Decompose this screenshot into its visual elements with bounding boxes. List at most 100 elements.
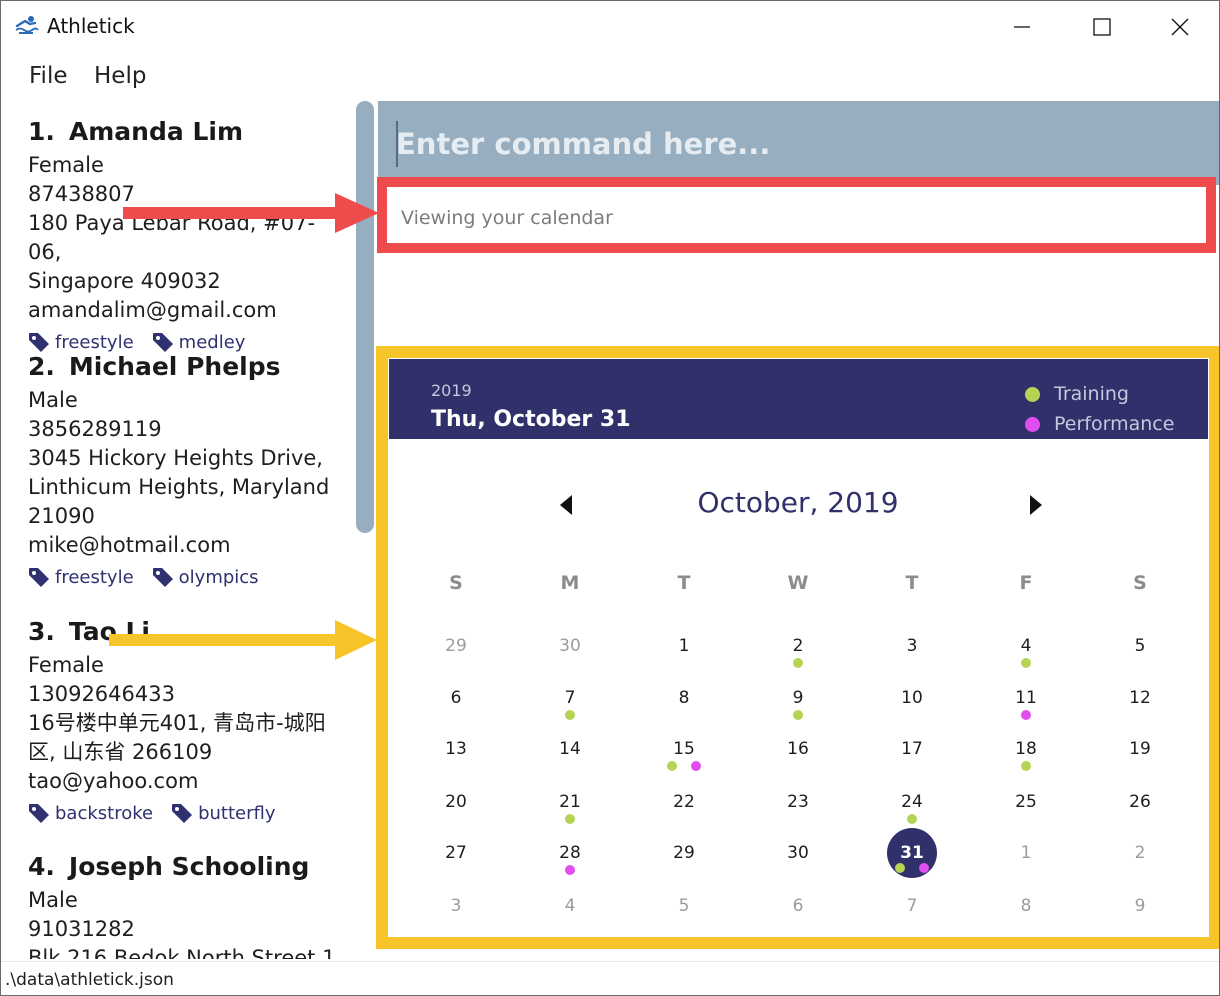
calendar-day-number: 4	[564, 896, 576, 916]
calendar-day[interactable]: 21	[545, 777, 595, 827]
calendar-day[interactable]: 3	[887, 621, 937, 671]
calendar-day-number: 28	[559, 843, 581, 863]
calendar-panel-highlight: 2019 Thu, October 31 Training Performanc…	[376, 346, 1219, 949]
person-gender: Female	[28, 153, 104, 177]
event-dots	[1001, 710, 1051, 720]
calendar-day[interactable]: 15	[659, 724, 709, 774]
calendar-day[interactable]: 2	[1115, 828, 1165, 878]
person-email: tao@yahoo.com	[28, 769, 199, 793]
next-month-arrow-icon[interactable]	[1026, 493, 1046, 517]
person-address-line: Blk 216 Bedok North Street 1	[28, 946, 336, 959]
tag-chip: backstroke	[28, 803, 153, 824]
calendar-day[interactable]: 5	[1115, 621, 1165, 671]
weekday-label: T	[905, 572, 919, 594]
calendar-day-number: 21	[559, 792, 581, 812]
calendar-day[interactable]: 23	[773, 777, 823, 827]
calendar-day[interactable]: 1	[1001, 828, 1051, 878]
calendar-day[interactable]: 20	[431, 777, 481, 827]
calendar-day[interactable]: 27	[431, 828, 481, 878]
calendar-day[interactable]: 8	[659, 673, 709, 723]
calendar-day-number: 3	[906, 636, 918, 656]
menu-help[interactable]: Help	[94, 63, 146, 89]
tag-icon	[152, 568, 173, 587]
calendar-day[interactable]: 8	[1001, 881, 1051, 931]
prev-month-arrow-icon[interactable]	[556, 493, 576, 517]
person-card[interactable]: 2. Michael Phelps Male 3856289119 3045 Hicko…	[28, 350, 348, 592]
calendar-day[interactable]: 1	[659, 621, 709, 671]
person-name-text: Amanda Lim	[68, 117, 243, 146]
calendar-day[interactable]: 29	[659, 828, 709, 878]
command-box	[378, 101, 1219, 185]
person-card[interactable]: 4. Joseph Schooling Male 91031282 Blk 216 Be…	[28, 850, 348, 959]
calendar-day[interactable]: 2	[773, 621, 823, 671]
legend-performance: Performance	[1025, 413, 1174, 435]
person-index: 2.	[28, 352, 55, 381]
training-dot-icon	[667, 761, 677, 771]
event-dots	[1001, 658, 1051, 668]
calendar-day[interactable]: 13	[431, 724, 481, 774]
minimize-button[interactable]	[983, 1, 1061, 53]
close-button[interactable]	[1141, 1, 1219, 53]
calendar-day-number: 4	[1020, 636, 1032, 656]
calendar-day[interactable]: 24	[887, 777, 937, 827]
calendar-day[interactable]: 9	[773, 673, 823, 723]
calendar-day-number: 6	[792, 896, 804, 916]
red-arrow-icon	[123, 193, 379, 233]
calendar-day[interactable]: 10	[887, 673, 937, 723]
person-email: mike@hotmail.com	[28, 533, 231, 557]
training-dot-icon	[793, 710, 803, 720]
calendar-day[interactable]: 7	[887, 881, 937, 931]
calendar-day[interactable]: 4	[1001, 621, 1051, 671]
scrollbar-thumb[interactable]	[356, 101, 374, 533]
maximize-button[interactable]	[1063, 1, 1141, 53]
event-dots	[1001, 761, 1051, 771]
calendar-day[interactable]: 6	[773, 881, 823, 931]
calendar-day[interactable]: 16	[773, 724, 823, 774]
calendar-day-number: 3	[450, 896, 462, 916]
calendar-month-title: October, 2019	[697, 486, 899, 519]
calendar-day[interactable]: 22	[659, 777, 709, 827]
calendar-day[interactable]: 29	[431, 621, 481, 671]
calendar-day[interactable]: 12	[1115, 673, 1165, 723]
performance-dot-icon	[1021, 710, 1031, 720]
calendar-day-number: 8	[678, 688, 690, 708]
person-card[interactable]: 1. Amanda Lim Female 87438807 180 Paya Lebar…	[28, 115, 348, 357]
training-dot-icon	[565, 814, 575, 824]
calendar-day-number: 7	[906, 896, 918, 916]
person-gender: Male	[28, 388, 78, 412]
weekday-label: W	[787, 572, 809, 594]
command-input[interactable]	[396, 117, 1206, 171]
person-address-line: 区, 山东省 266109	[28, 740, 213, 764]
tag-icon	[172, 804, 193, 823]
calendar-day[interactable]: 19	[1115, 724, 1165, 774]
tag-label: olympics	[178, 566, 259, 588]
calendar-day[interactable]: 5	[659, 881, 709, 931]
calendar-day[interactable]: 6	[431, 673, 481, 723]
calendar-day[interactable]: 25	[1001, 777, 1051, 827]
person-phone: 13092646433	[28, 682, 175, 706]
person-address-line: Singapore 409032	[28, 269, 221, 293]
calendar-day[interactable]: 14	[545, 724, 595, 774]
app-window: Athletick File Help 1. Amanda Lim Female 8 7…	[0, 0, 1220, 996]
calendar-day[interactable]: 18	[1001, 724, 1051, 774]
menu-file[interactable]: File	[29, 63, 68, 89]
calendar-day-selected[interactable]: 31	[887, 828, 937, 878]
calendar-day-number: 10	[901, 688, 923, 708]
calendar-day[interactable]: 30	[773, 828, 823, 878]
calendar-day[interactable]: 9	[1115, 881, 1165, 931]
training-dot-icon	[1021, 761, 1031, 771]
calendar-day[interactable]: 17	[887, 724, 937, 774]
calendar-day[interactable]: 4	[545, 881, 595, 931]
calendar-day[interactable]: 26	[1115, 777, 1165, 827]
event-dots	[659, 761, 709, 771]
calendar-day[interactable]: 3	[431, 881, 481, 931]
calendar-day-number: 1	[678, 636, 690, 656]
calendar-day[interactable]: 30	[545, 621, 595, 671]
calendar-day[interactable]: 11	[1001, 673, 1051, 723]
calendar-day-number: 12	[1129, 688, 1151, 708]
calendar-day[interactable]: 7	[545, 673, 595, 723]
calendar-day-number: 16	[787, 739, 809, 759]
tag-label: backstroke	[55, 802, 154, 824]
calendar-day[interactable]: 28	[545, 828, 595, 878]
calendar-day-number: 14	[559, 739, 581, 759]
